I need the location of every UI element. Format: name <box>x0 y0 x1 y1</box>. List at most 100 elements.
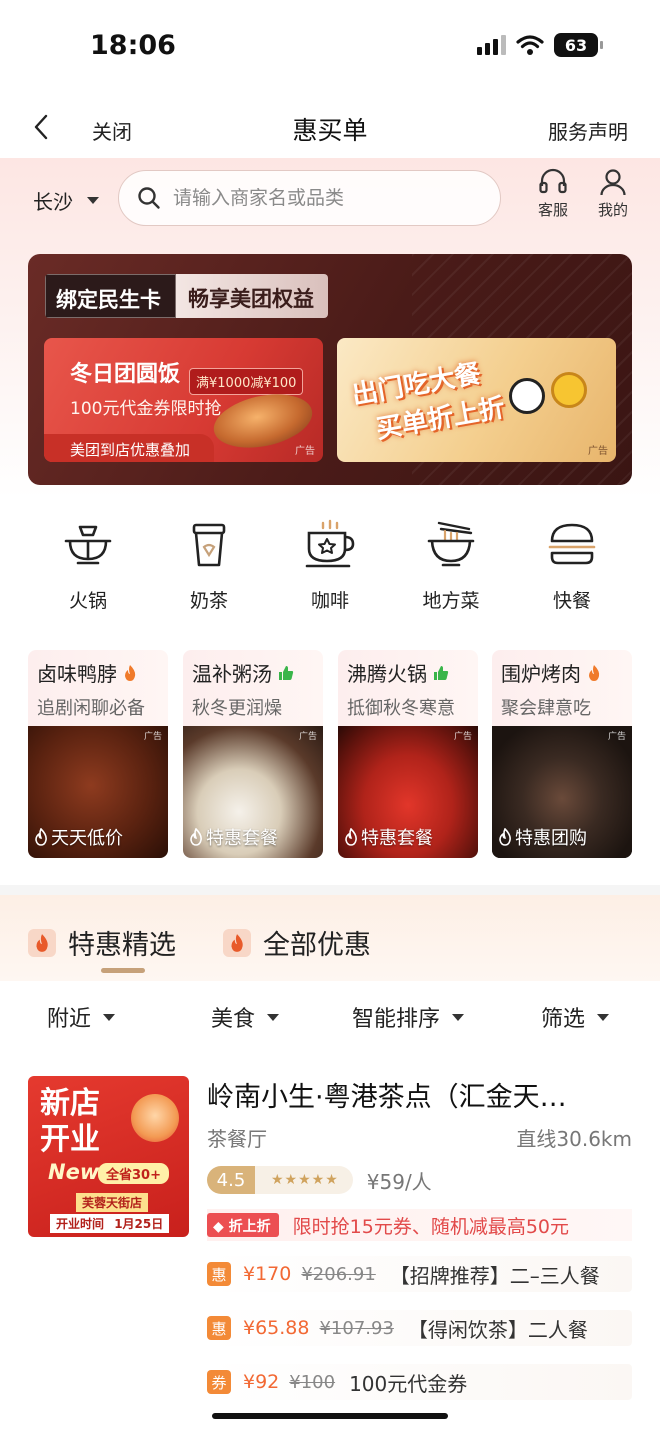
featured-label: 天天低价 <box>51 828 123 849</box>
tab-featured-deals[interactable]: 特惠精选 <box>28 923 176 962</box>
status-bar: 18:06 63 <box>0 0 660 100</box>
caret-down-icon <box>452 1013 465 1021</box>
category-hotpot[interactable]: 火锅 <box>28 515 148 613</box>
ad-label: 广告 <box>298 732 317 742</box>
ad-label: 广告 <box>607 732 626 742</box>
tab-all-deals[interactable]: 全部优惠 <box>223 923 371 962</box>
user-icon <box>600 169 626 196</box>
shop-image: 新店 开业 New 全省30+ 芙蓉天街店 开业时间 1月25日 <box>28 1076 189 1237</box>
price-per-person: ¥59/人 <box>366 1169 432 1194</box>
featured-card[interactable]: 围炉烤肉 聚会肆意吃 广告 特惠团购 <box>492 650 632 858</box>
filter-screen[interactable]: 筛选 <box>541 1001 610 1033</box>
chevron-left-icon <box>34 114 48 140</box>
ad-label: 广告 <box>295 446 315 457</box>
city-selector[interactable]: 长沙 <box>33 186 99 215</box>
promo-card-winter-dinner[interactable]: 冬日团圆饭 满¥1000减¥100 100元代金券限时抢 美团到店优惠叠加 广告 <box>44 338 323 462</box>
section-divider <box>0 885 660 895</box>
shop-image-open-date: 1月25日 <box>114 1217 164 1231</box>
shop-distance: 直线30.6km <box>516 1127 632 1151</box>
filter-bar: 附近 美食 智能排序 筛选 <box>0 995 660 1039</box>
noodle-bowl-icon <box>421 515 481 575</box>
offer-row[interactable]: 惠 ¥170 ¥206.91 【招牌推荐】二–三人餐 <box>207 1256 632 1292</box>
close-button[interactable]: 关闭 <box>92 116 132 145</box>
promo-badge: 满¥1000减¥100 <box>189 368 304 395</box>
my-account-label: 我的 <box>597 201 628 219</box>
page-title: 惠买单 <box>292 116 368 145</box>
ad-label: 广告 <box>453 732 472 742</box>
panda-mascot-image <box>509 378 545 414</box>
burger-icon <box>542 515 602 575</box>
offer-row[interactable]: 惠 ¥65.88 ¥107.93 【得闲饮茶】二人餐 <box>207 1310 632 1346</box>
shop-image-text: 开业 <box>40 1122 100 1157</box>
featured-card[interactable]: 卤味鸭脖 追剧闲聊必备 广告 天天低价 <box>28 650 168 858</box>
filter-nearby[interactable]: 附近 <box>47 1001 116 1033</box>
filter-food[interactable]: 美食 <box>211 1001 280 1033</box>
featured-card[interactable]: 沸腾火锅 抵御秋冬寒意 广告 特惠套餐 <box>338 650 478 858</box>
featured-subtitle: 秋冬更润燥 <box>192 698 282 719</box>
kangaroo-mascot-image <box>551 372 587 408</box>
back-button[interactable] <box>26 112 56 142</box>
category-milk-tea[interactable]: 奶茶 <box>149 515 269 613</box>
hotpot-icon <box>58 515 118 575</box>
featured-label: 特惠套餐 <box>206 828 278 849</box>
status-icons: 63 <box>477 33 603 57</box>
navigation-bar: 关闭 惠买单 服务声明 <box>0 100 660 158</box>
deal-tabs: 特惠精选 全部优惠 <box>0 895 660 981</box>
flame-icon <box>125 664 136 681</box>
offer-name: 【得闲饮茶】二人餐 <box>407 1317 588 1342</box>
banner-tag: 绑定民生卡 畅享美团权益 <box>45 274 328 318</box>
caret-down-icon <box>597 1013 610 1021</box>
status-time: 18:06 <box>90 30 176 61</box>
category-grid: 火锅 奶茶 咖啡 地方菜 快餐 <box>0 515 660 615</box>
promo-card-dine-out[interactable]: 出门吃大餐 买单折上折 广告 <box>337 338 616 462</box>
search-box[interactable] <box>118 170 501 226</box>
featured-card[interactable]: 温补粥汤 秋冬更润燥 广告 特惠套餐 <box>183 650 323 858</box>
coffee-icon <box>300 515 360 575</box>
offer-price: ¥92 <box>243 1371 280 1393</box>
flame-outline-icon <box>35 828 47 846</box>
category-local-cuisine[interactable]: 地方菜 <box>391 515 511 613</box>
home-indicator[interactable] <box>212 1413 448 1419</box>
featured-subtitle: 抵御秋冬寒意 <box>347 698 455 719</box>
food-image: 广告 特惠团购 <box>492 726 632 858</box>
category-fast-food[interactable]: 快餐 <box>512 515 632 613</box>
offer-badge: 惠 <box>207 1316 231 1340</box>
ad-label: 广告 <box>588 446 608 457</box>
ad-label: 广告 <box>143 732 162 742</box>
shop-image-location: 芙蓉天街店 <box>76 1193 149 1212</box>
offer-price: ¥170 <box>243 1263 292 1285</box>
flame-icon <box>589 664 600 681</box>
category-coffee[interactable]: 咖啡 <box>270 515 390 613</box>
food-image: 广告 天天低价 <box>28 726 168 858</box>
caret-down-icon <box>103 1013 116 1021</box>
promo-banner[interactable]: 绑定民生卡 畅享美团权益 冬日团圆饭 满¥1000减¥100 100元代金券限时… <box>28 254 632 485</box>
filter-label: 美食 <box>211 1007 256 1032</box>
discount-text: 限时抢15元券、随机减最高50元 <box>292 1215 570 1238</box>
category-label: 火锅 <box>68 590 107 612</box>
offer-badge: 惠 <box>207 1262 231 1286</box>
service-statement-link[interactable]: 服务声明 <box>548 116 628 145</box>
my-account-button[interactable]: 我的 <box>588 168 638 220</box>
headset-icon <box>539 168 567 194</box>
rating-row: 4.5 ★★★★★ ¥59/人 <box>207 1166 432 1194</box>
search-input[interactable] <box>173 187 483 209</box>
filter-label: 智能排序 <box>352 1007 441 1032</box>
wifi-icon <box>516 35 544 55</box>
discount-tag-label: 折上折 <box>228 1219 271 1235</box>
featured-title: 围炉烤肉 <box>501 662 581 686</box>
promo-title: 冬日团圆饭 <box>70 362 181 387</box>
food-image: 广告 特惠套餐 <box>338 726 478 858</box>
tab-label: 全部优惠 <box>263 930 371 961</box>
featured-subtitle: 聚会肆意吃 <box>501 698 591 719</box>
shop-name[interactable]: 岭南小生·粤港茶点（汇金天… <box>207 1075 632 1114</box>
rating-stars: ★★★★★ <box>255 1166 353 1194</box>
featured-label: 特惠团购 <box>515 828 587 849</box>
category-label: 快餐 <box>552 590 591 612</box>
customer-service-button[interactable]: 客服 <box>528 168 578 220</box>
offer-price: ¥65.88 <box>243 1317 310 1339</box>
food-image: 广告 特惠套餐 <box>183 726 323 858</box>
offer-row[interactable]: 券 ¥92 ¥100 100元代金券 <box>207 1364 632 1400</box>
filter-sort[interactable]: 智能排序 <box>352 1001 465 1033</box>
shop-image-open-label: 开业时间 <box>56 1217 105 1231</box>
discount-banner[interactable]: ◆ 折上折 限时抢15元券、随机减最高50元 <box>207 1209 632 1241</box>
